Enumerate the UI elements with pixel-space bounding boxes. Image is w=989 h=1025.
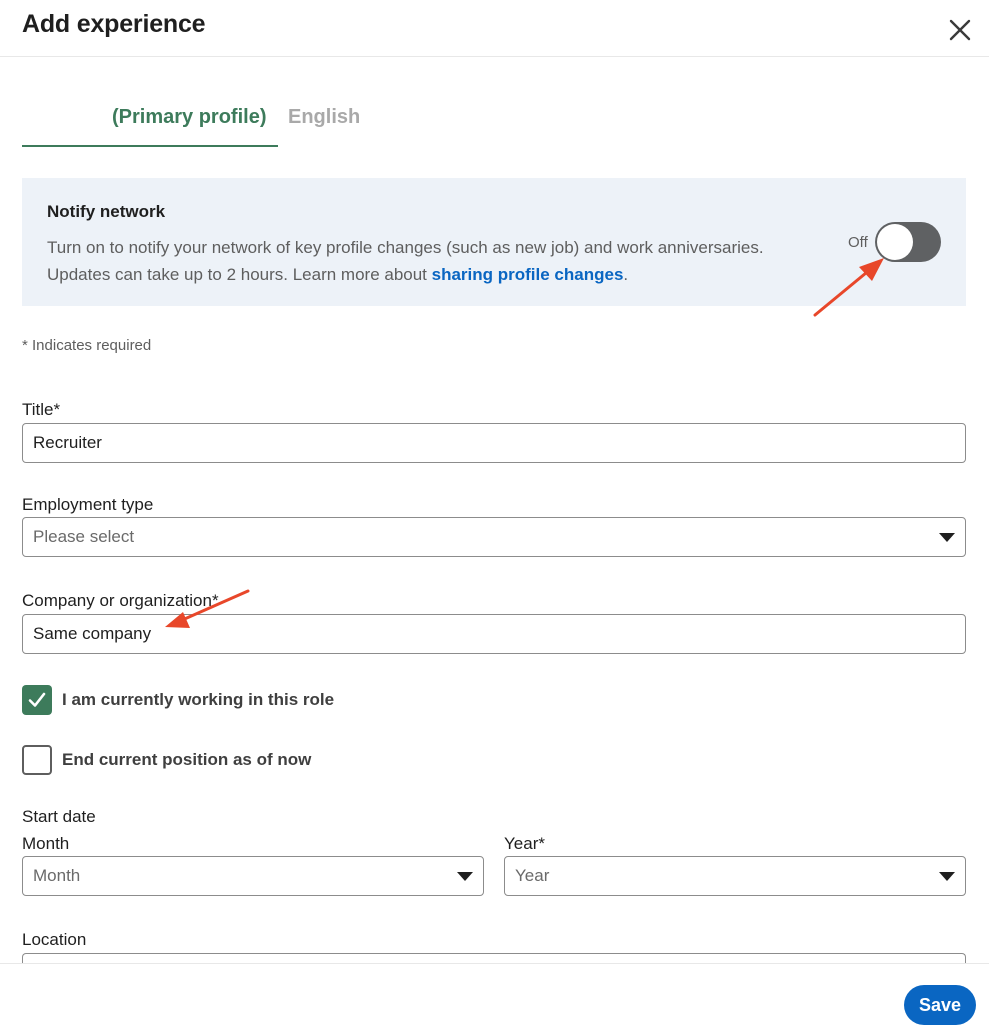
month-select[interactable]: Month	[22, 856, 484, 896]
toggle-state-label: Off	[848, 234, 868, 251]
currently-working-checkbox[interactable]	[22, 685, 52, 715]
close-icon	[949, 19, 971, 41]
notify-description: Turn on to notify your network of key pr…	[47, 234, 847, 288]
year-value: Year	[515, 866, 550, 885]
company-label: Company or organization*	[22, 591, 219, 610]
notify-network-toggle[interactable]	[875, 222, 941, 262]
end-position-label[interactable]: End current position as of now	[62, 750, 311, 770]
chevron-down-icon	[939, 533, 955, 542]
employment-type-select[interactable]: Please select	[22, 517, 966, 557]
title-input[interactable]: Recruiter	[22, 423, 966, 463]
close-button[interactable]	[946, 16, 974, 44]
company-value: Same company	[33, 624, 152, 643]
currently-working-label[interactable]: I am currently working in this role	[62, 690, 334, 710]
month-value: Month	[33, 866, 81, 885]
title-value: Recruiter	[33, 433, 102, 452]
notify-title: Notify network	[47, 202, 166, 221]
employment-type-value: Please select	[33, 527, 135, 546]
title-label: Title*	[22, 400, 61, 419]
sharing-profile-changes-link[interactable]: sharing profile changes	[432, 265, 624, 284]
notify-text-suffix: .	[623, 265, 629, 284]
tab-primary-profile[interactable]: (Primary profile)	[112, 106, 266, 129]
checkmark-icon	[28, 692, 46, 707]
month-label: Month	[22, 834, 70, 853]
year-select[interactable]: Year	[504, 856, 966, 896]
end-position-checkbox[interactable]	[22, 745, 52, 775]
toggle-knob	[877, 224, 913, 260]
dialog-title: Add experience	[22, 10, 206, 38]
employment-type-label: Employment type	[22, 495, 154, 514]
notify-network-banner: Notify network Turn on to notify your ne…	[22, 178, 966, 306]
chevron-down-icon	[939, 872, 955, 881]
company-input[interactable]: Same company	[22, 614, 966, 654]
dialog-footer: Save	[0, 963, 989, 1025]
required-note: * Indicates required	[22, 337, 152, 354]
save-button[interactable]: Save	[904, 985, 976, 1025]
notify-text-line2: Updates can take up to 2 hours. Learn mo…	[47, 265, 432, 284]
year-label: Year*	[504, 834, 545, 853]
dialog-header: Add experience	[0, 0, 989, 57]
start-date-label: Start date	[22, 807, 96, 826]
tab-english[interactable]: English	[288, 106, 360, 129]
location-label: Location	[22, 930, 87, 949]
notify-text-line1: Turn on to notify your network of key pr…	[47, 238, 764, 257]
language-tabs: (Primary profile) English	[22, 100, 422, 148]
chevron-down-icon	[457, 872, 473, 881]
active-tab-indicator	[22, 145, 278, 147]
